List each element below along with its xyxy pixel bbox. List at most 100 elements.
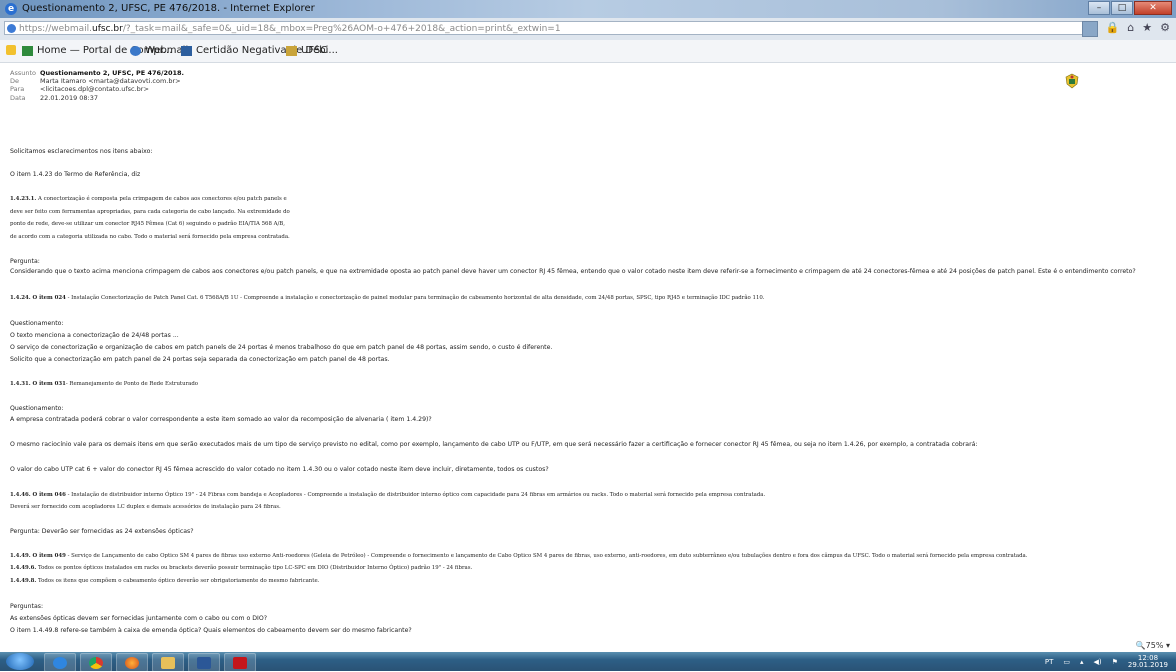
quote-line: 1.4.46. O item 046 - Instalação de distr… [10, 492, 765, 498]
firefox-icon [125, 656, 139, 669]
system-tray: PT ▭ ▴ ◀) ⚑ 12:08 29.01.2019 [1045, 655, 1168, 669]
favorite-item-webmail[interactable]: Webmail [130, 45, 188, 56]
volume-icon[interactable]: ◀) [1094, 658, 1102, 666]
quote-text: Todos os pontos ópticos instalados em ra… [36, 565, 473, 571]
chrome-icon [89, 656, 103, 669]
quote-line: 1.4.49.6. Todos os pontos ópticos instal… [10, 565, 472, 571]
close-button[interactable]: ✕ [1134, 1, 1172, 15]
compatibility-view-icon[interactable] [1081, 21, 1098, 37]
quote-text: - Serviço de Lançamento de cabo Optico S… [65, 553, 1028, 559]
webmail-icon [130, 45, 141, 56]
taskbar-chrome[interactable] [80, 653, 112, 672]
item-number: 1.4.46. O item 046 [10, 492, 66, 498]
question-heading: Questionamento: [10, 405, 64, 412]
quote-line: 1.4.23.1. A conectorização é composta pe… [10, 196, 287, 202]
from-label: De [10, 77, 20, 86]
favorite-item-ufsc[interactable]: UFSC [286, 45, 327, 56]
item-number: 1.4.49.6. [10, 565, 37, 571]
quote-text: Todos os itens que compõem o cabeamento … [36, 578, 320, 584]
favorites-star-icon[interactable] [6, 45, 20, 55]
question-heading: Pergunta: [10, 258, 40, 265]
quote-line: 1.4.49.8. Todos os itens que compõem o c… [10, 578, 319, 584]
to-label: Para [10, 85, 25, 94]
item-number: 1.4.31. O item 031 [10, 381, 66, 387]
window-titlebar: e Questionamento 2, UFSC, PE 476/2018. -… [0, 0, 1176, 18]
date-label: Data [10, 93, 26, 102]
body-line: O texto menciona a conectorização de 24/… [10, 332, 179, 339]
email-to: <licitacoes.dpl@contato.ufsc.br> [40, 85, 149, 94]
maximize-button[interactable]: □ [1111, 1, 1133, 15]
email-subject: Questionamento 2, UFSC, PE 476/2018. [40, 69, 185, 77]
email-from: Marta Itamaro <marta@datavovti.com.br> [40, 77, 181, 86]
zoom-control[interactable]: 🔍75% ▾ [1136, 641, 1170, 650]
body-line: Solicito que a conectorização em patch p… [10, 356, 390, 363]
toolbar-icons: 🔒 ⌂ ★ ⚙ [1081, 21, 1170, 37]
internet-explorer-icon [53, 656, 67, 669]
show-hidden-icons-icon[interactable]: ▴ [1080, 658, 1084, 666]
url-host: ufsc.br [92, 24, 123, 34]
acrobat-icon [233, 656, 247, 669]
taskbar-word[interactable] [188, 653, 220, 672]
ufsc-icon [286, 45, 297, 56]
body-line: A empresa contratada poderá cobrar o val… [10, 416, 432, 423]
url-scheme: https://webmail. [19, 24, 93, 34]
quote-line: 1.4.49. O item 049 - Serviço de Lançamen… [10, 553, 1027, 559]
body-line: Solicitamos esclarecimentos nos itens ab… [10, 148, 153, 155]
favorite-label: UFSC [301, 45, 328, 56]
item-number: 1.4.49.8. [10, 578, 37, 584]
quote-line: Deverá ser fornecido com acopladores LC … [10, 504, 281, 510]
url-path: /?_task=mail&_safe=0&_uid=18&_mbox=Preg%… [122, 24, 561, 34]
url-field[interactable]: https://webmail.ufsc.br/?_task=mail&_saf… [4, 21, 1086, 35]
window-controls: – □ ✕ [1087, 1, 1172, 15]
body-line: As extensões ópticas devem ser fornecida… [10, 615, 267, 622]
ufsc-crest-icon [1065, 73, 1079, 89]
body-line: Pergunta: Deverão ser fornecidas as 24 e… [10, 528, 194, 535]
lock-icon[interactable]: 🔒 [1106, 21, 1120, 37]
home-icon[interactable]: ⌂ [1127, 21, 1134, 37]
email-headers: Assunto Questionamento 2, UFSC, PE 476/20… [10, 69, 184, 102]
language-indicator[interactable]: PT [1045, 658, 1054, 666]
body-line: O mesmo raciocínio vale para os demais i… [10, 441, 978, 448]
body-line: O serviço de conectorização e organizaçã… [10, 344, 553, 351]
taskbar-explorer[interactable] [152, 653, 184, 672]
quote-line: 1.4.24. O item 024 - Instalação Conector… [10, 295, 765, 301]
body-line: O item 1.4.23 do Termo de Referência, di… [10, 171, 141, 178]
zoom-level: 75% [1145, 641, 1164, 650]
keyboard-icon[interactable]: ▭ [1063, 658, 1070, 666]
taskbar-firefox[interactable] [116, 653, 148, 672]
quote-line: ponto de rede, deve-se utilizar um conec… [10, 221, 285, 227]
quote-line: de acordo com a categoria utilizada no c… [10, 234, 290, 240]
taskbar-ie[interactable] [44, 653, 76, 672]
body-line: Considerando que o texto acima menciona … [10, 268, 1136, 275]
tools-gear-icon[interactable]: ⚙ [1160, 21, 1170, 37]
window-title: Questionamento 2, UFSC, PE 476/2018. - I… [22, 3, 315, 14]
body-line: O item 1.4.49.8 refere-se também à caixa… [10, 627, 412, 634]
email-print-view: Assunto Questionamento 2, UFSC, PE 476/20… [0, 63, 1176, 639]
word-icon [197, 656, 211, 669]
body-line: O valor do cabo UTP cat 6 + valor do con… [10, 466, 549, 473]
favorites-bar: Home — Portal de Compr... Webmail Certid… [0, 40, 1176, 63]
favorites-star-icon[interactable]: ★ [1142, 21, 1152, 37]
question-heading: Perguntas: [10, 603, 44, 610]
taskbar-acrobat[interactable] [224, 653, 256, 672]
folder-icon [161, 656, 175, 669]
quote-text: - Instalação Conectorização de Patch Pan… [65, 295, 765, 301]
minimize-button[interactable]: – [1088, 1, 1110, 15]
quote-line: 1.4.31. O item 031- Remanejamento de Pon… [10, 381, 198, 387]
clock-date: 29.01.2019 [1127, 661, 1168, 669]
email-date: 22.01.2019 08:37 [40, 93, 99, 102]
quote-line: deve ser feito com ferramentas apropriad… [10, 209, 290, 215]
quote-text: - Instalação de distribuidor interno Ópt… [65, 492, 766, 498]
internet-explorer-icon: e [5, 3, 17, 15]
site-icon [7, 24, 16, 33]
clock[interactable]: 12:08 29.01.2019 [1128, 655, 1168, 669]
item-number: 1.4.23.1. [10, 196, 37, 202]
quote-text: - Remanejamento de Ponto de Rede Estrutu… [65, 381, 199, 387]
start-button[interactable] [6, 653, 34, 670]
portal-icon [22, 45, 33, 56]
item-number: 1.4.24. O item 024 [10, 295, 66, 301]
action-center-flag-icon[interactable]: ⚑ [1112, 658, 1118, 666]
item-number: 1.4.49. O item 049 [10, 553, 66, 559]
certidao-icon [181, 45, 192, 56]
windows-taskbar: PT ▭ ▴ ◀) ⚑ 12:08 29.01.2019 [0, 652, 1176, 672]
